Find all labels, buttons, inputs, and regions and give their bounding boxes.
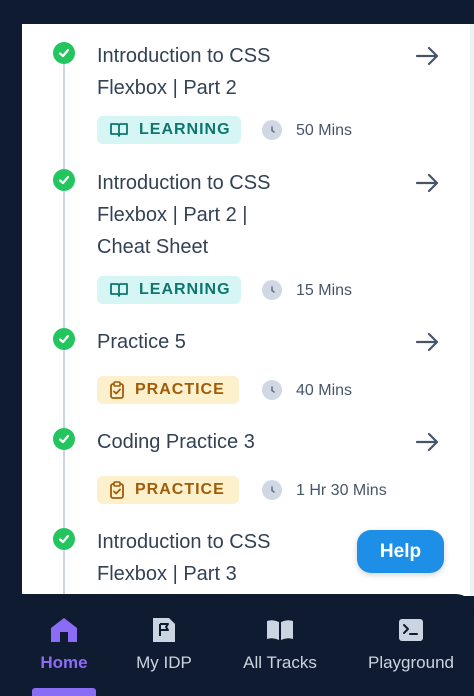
item-duration: 15 Mins: [296, 282, 353, 299]
flag-document-icon: [151, 616, 177, 644]
nav-all-tracks[interactable]: All Tracks: [232, 594, 328, 696]
arrow-right-icon[interactable]: [414, 169, 442, 197]
clipboard-check-icon: [110, 381, 124, 399]
book-icon: [110, 283, 128, 297]
home-icon: [49, 616, 79, 644]
active-tab-indicator: [32, 688, 96, 696]
book-icon: [110, 123, 128, 137]
clock-icon: [262, 480, 282, 500]
terminal-icon: [398, 616, 424, 644]
practice-tag: PRACTICE: [97, 376, 239, 404]
help-button[interactable]: Help: [357, 530, 444, 573]
bottom-navigation: Home My IDP All Tracks Playground: [0, 594, 474, 696]
check-circle-icon: [53, 169, 75, 191]
check-circle-icon: [53, 428, 75, 450]
item-title: Introduction to CSS Flexbox | Part 2 | C…: [97, 172, 271, 258]
practice-tag: PRACTICE: [97, 476, 239, 504]
course-item-list: Introduction to CSS Flexbox | Part 2 LEA…: [22, 24, 470, 596]
arrow-right-icon[interactable]: [414, 328, 442, 356]
clock-icon: [262, 380, 282, 400]
check-circle-icon: [53, 528, 75, 550]
item-title: Practice 5: [97, 331, 186, 353]
nav-my-idp[interactable]: My IDP: [124, 594, 204, 696]
learning-tag: LEARNING: [97, 276, 241, 304]
clock-icon: [262, 280, 282, 300]
nav-home[interactable]: Home: [28, 594, 100, 696]
nav-playground[interactable]: Playground: [362, 594, 460, 696]
item-duration: 50 Mins: [296, 122, 353, 139]
check-circle-icon: [53, 328, 75, 350]
timeline-line: [63, 54, 65, 596]
item-title: Coding Practice 3: [97, 431, 255, 453]
learning-tag: LEARNING: [97, 116, 241, 144]
scroll-edge: [470, 24, 474, 596]
arrow-right-icon[interactable]: [414, 428, 442, 456]
book-open-icon: [265, 616, 295, 644]
check-circle-icon: [53, 42, 75, 64]
item-title: Introduction to CSS Flexbox | Part 3: [97, 531, 271, 585]
item-title: Introduction to CSS Flexbox | Part 2: [97, 45, 271, 99]
clipboard-check-icon: [110, 481, 124, 499]
arrow-right-icon[interactable]: [414, 42, 442, 70]
clock-icon: [262, 120, 282, 140]
top-bar: [0, 0, 474, 24]
item-duration: 40 Mins: [296, 382, 353, 399]
item-duration: 1 Hr 30 Mins: [296, 482, 387, 499]
